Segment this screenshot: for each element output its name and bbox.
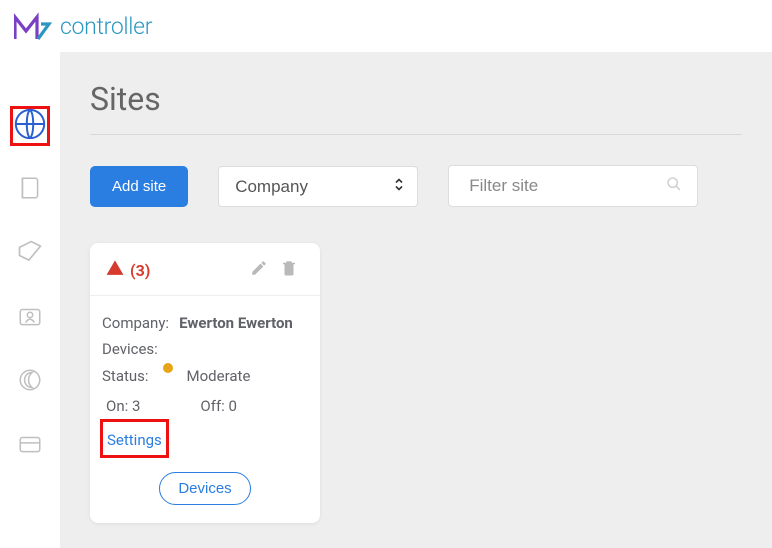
delete-button[interactable] — [274, 257, 304, 283]
globe-icon — [13, 107, 47, 145]
moon-icon — [17, 367, 43, 397]
label-company: Company: — [102, 310, 169, 336]
book-icon — [17, 175, 43, 205]
settings-link[interactable]: Settings — [107, 427, 162, 453]
company-select[interactable]: Company — [218, 166, 418, 207]
warning-icon — [106, 259, 124, 281]
label-status: Status: — [102, 363, 149, 389]
logo-text: controller — [60, 13, 152, 40]
sidebar-item-billing[interactable] — [10, 426, 50, 466]
main-content: Sites Add site Company — [60, 52, 772, 548]
value-on: 3 — [132, 397, 140, 415]
status-dot-icon — [163, 363, 173, 373]
divider — [90, 134, 742, 135]
label-devices: Devices: — [102, 336, 158, 362]
settings-highlight: Settings — [100, 419, 169, 458]
user-badge-icon — [17, 303, 43, 333]
page-title: Sites — [90, 80, 742, 118]
trash-icon — [280, 262, 298, 281]
add-site-button[interactable]: Add site — [90, 166, 188, 207]
app-header: controller — [0, 0, 772, 52]
card-body: Company: Ewerton Ewerton Devices: Status… — [90, 296, 320, 466]
pencil-icon — [250, 262, 268, 281]
ticket-icon — [16, 238, 44, 270]
value-status: Moderate — [187, 363, 251, 389]
logo-mark-icon — [14, 11, 58, 41]
card-footer: Devices — [90, 466, 320, 523]
sidebar-item-users[interactable] — [10, 298, 50, 338]
logo: controller — [14, 11, 152, 41]
value-company: Ewerton Ewerton — [179, 310, 293, 336]
devices-button[interactable]: Devices — [159, 472, 250, 505]
alert-count: (3) — [130, 261, 150, 280]
label-on: On: — [106, 397, 128, 415]
alert-badge[interactable]: (3) — [106, 259, 150, 281]
filter-input[interactable] — [448, 165, 698, 207]
site-card: (3) Company: Ewerton Ewerton — [90, 243, 320, 523]
card-header: (3) — [90, 243, 320, 296]
label-off: Off: — [200, 397, 224, 415]
sidebar-item-docs[interactable] — [10, 170, 50, 210]
sidebar-item-tickets[interactable] — [10, 234, 50, 274]
value-off: 0 — [229, 397, 237, 415]
edit-button[interactable] — [244, 257, 274, 283]
sidebar-item-theme[interactable] — [10, 362, 50, 402]
toolbar: Add site Company — [90, 165, 742, 207]
search-icon — [666, 176, 682, 196]
credit-card-icon — [17, 431, 43, 461]
sidebar-item-sites[interactable] — [10, 106, 50, 146]
sidebar — [0, 52, 60, 548]
